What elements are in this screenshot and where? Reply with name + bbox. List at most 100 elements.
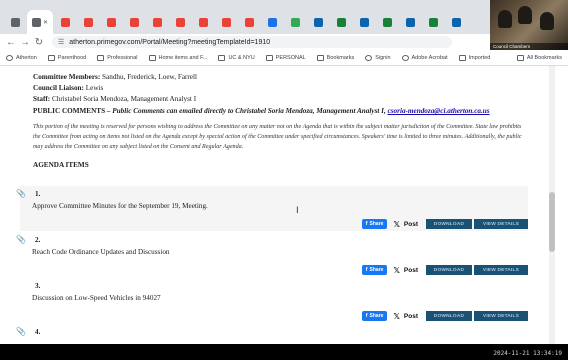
browser-tab[interactable] [330,10,352,34]
meeting-details: Committee Members: Sandhu, Frederick, Lo… [33,72,533,169]
attachment-clip-icon[interactable]: 📎 [16,327,26,336]
agenda-item-title: Reach Code Ordinance Updates and Discuss… [32,248,170,256]
browser-tab[interactable] [123,10,145,34]
browser-tab[interactable] [307,10,329,34]
bookmark-item[interactable]: Atherton [6,54,37,61]
download-button[interactable]: DOWNLOAD [426,311,472,321]
browser-tab[interactable] [376,10,398,34]
agenda-item: 📎 2. Reach Code Ordinance Updates and Disc… [16,232,528,277]
bookmark-item[interactable]: PERSONAL [265,54,306,61]
gmail-icon [129,17,139,27]
agenda-item-number: 4. [35,328,41,336]
bookmark-item[interactable]: Professional [97,54,138,61]
bookmark-item[interactable]: Signin [365,54,391,61]
gmail-icon [175,17,185,27]
bookmark-label: PERSONAL [275,54,306,61]
browser-tab[interactable] [54,10,76,34]
folder-icon [516,54,524,61]
outlook-icon [405,17,415,27]
attachment-clip-icon[interactable]: 📎 [16,189,26,198]
back-arrow-icon[interactable]: ← [4,37,18,48]
person-silhouette [518,6,532,24]
browser-tab[interactable] [192,10,214,34]
bookmark-item[interactable]: Parenthood [47,54,86,61]
agenda-item-number: 1. [35,190,41,198]
scrollbar-thumb[interactable] [549,192,555,252]
bookmark-item[interactable]: Home items and F... [148,54,208,61]
bookmark-label: Home items and F... [158,54,208,61]
browser-tab[interactable]: ✕ [27,10,53,34]
browser-tab[interactable] [284,10,306,34]
site-info-icon[interactable]: ☰ [58,38,64,46]
browser-tab[interactable] [353,10,375,34]
download-button[interactable]: DOWNLOAD [426,219,472,229]
bookmark-label: Signin [375,54,391,61]
browser-tab[interactable] [146,10,168,34]
bookmark-label: Imported [468,54,491,61]
x-post-button[interactable]: 𝕏 Post [393,312,418,321]
facebook-share-button[interactable]: f Share [361,311,388,321]
document-icon [10,17,20,27]
facebook-share-button[interactable]: f Share [361,219,388,229]
folder-icon [148,54,156,61]
folder-icon [218,54,226,61]
bookmark-icon [316,54,324,61]
close-tab-icon[interactable]: ✕ [43,19,48,26]
all-bookmarks-label: All Bookmarks [526,54,562,61]
browser-tab[interactable] [422,10,444,34]
person-silhouette [498,10,512,28]
url-text: atherton.primegov.com/Portal/Meeting?mee… [69,38,271,46]
reload-icon[interactable]: ↻ [32,37,46,48]
facebook-share-button[interactable]: f Share [361,265,388,275]
view-details-button[interactable]: VIEW DETAILS [474,311,528,321]
all-bookmarks-button[interactable]: All Bookmarks [516,54,562,61]
browser-tab[interactable] [399,10,421,34]
view-details-button[interactable]: VIEW DETAILS [474,219,528,229]
browser-tab[interactable] [238,10,260,34]
x-post-button[interactable]: 𝕏 Post [393,220,418,229]
x-post-button[interactable]: 𝕏 Post [393,266,418,275]
browser-tab[interactable] [77,10,99,34]
agenda-item-title: Approve Committee Minutes for the Septem… [32,202,208,210]
post-label: Post [403,312,418,320]
public-comment-instructions: This portion of the meeting is reserved … [33,124,522,150]
agenda-item: 3. Discussion on Low-Speed Vehicles in 94… [20,278,528,323]
gmail-icon [198,17,208,27]
attachment-clip-icon[interactable]: 📎 [16,235,26,244]
download-button[interactable]: DOWNLOAD [426,265,472,275]
forward-arrow-icon[interactable]: → [18,37,32,48]
staff-email-link[interactable]: csoria-mendoza@ci.atherton.ca.us [388,107,490,115]
agenda-item: 📎 4. [16,324,528,344]
outlook-icon [313,17,323,27]
agenda-item-number: 3. [35,282,41,290]
webcam-overlay: Council Chambers [490,0,568,50]
committee-members-value: Sandhu, Frederick, Loew, Farrell [102,73,197,81]
bookmark-item[interactable]: Imported [458,54,491,61]
x-logo-icon: 𝕏 [393,219,400,229]
browser-tab[interactable] [4,10,26,34]
gmail-icon [60,17,70,27]
acrobat-icon [401,54,409,61]
browser-tab[interactable] [445,10,467,34]
view-details-button[interactable]: VIEW DETAILS [474,265,528,275]
address-bar[interactable]: ☰ atherton.primegov.com/Portal/Meeting?m… [52,36,452,48]
bookmark-item[interactable]: UC & NYU [218,54,255,61]
browser-tab[interactable] [169,10,191,34]
staff-line: Staff: Christabel Soria Mendoza, Managem… [33,94,533,105]
browser-tab[interactable] [261,10,283,34]
webcam-caption: Council Chambers [490,43,568,50]
tab-strip: ✕ [0,0,490,34]
agenda-item-number: 2. [35,236,41,244]
page-content: Committee Members: Sandhu, Frederick, Lo… [0,66,568,344]
share-label: Share [369,313,384,319]
browser-tab[interactable] [215,10,237,34]
bookmark-item[interactable]: Adobe Acrobat [401,54,448,61]
folder-icon [47,54,55,61]
agenda-item-title: Discussion on Low-Speed Vehicles in 9402… [32,294,161,302]
staff-value: Christabel Soria Mendoza, Management Ana… [51,95,197,103]
bookmark-item[interactable]: Bookmarks [316,54,354,61]
facebook-icon: f [365,221,368,227]
page-scrollbar[interactable] [549,66,555,344]
browser-tab[interactable] [100,10,122,34]
sheets-icon [382,17,392,27]
